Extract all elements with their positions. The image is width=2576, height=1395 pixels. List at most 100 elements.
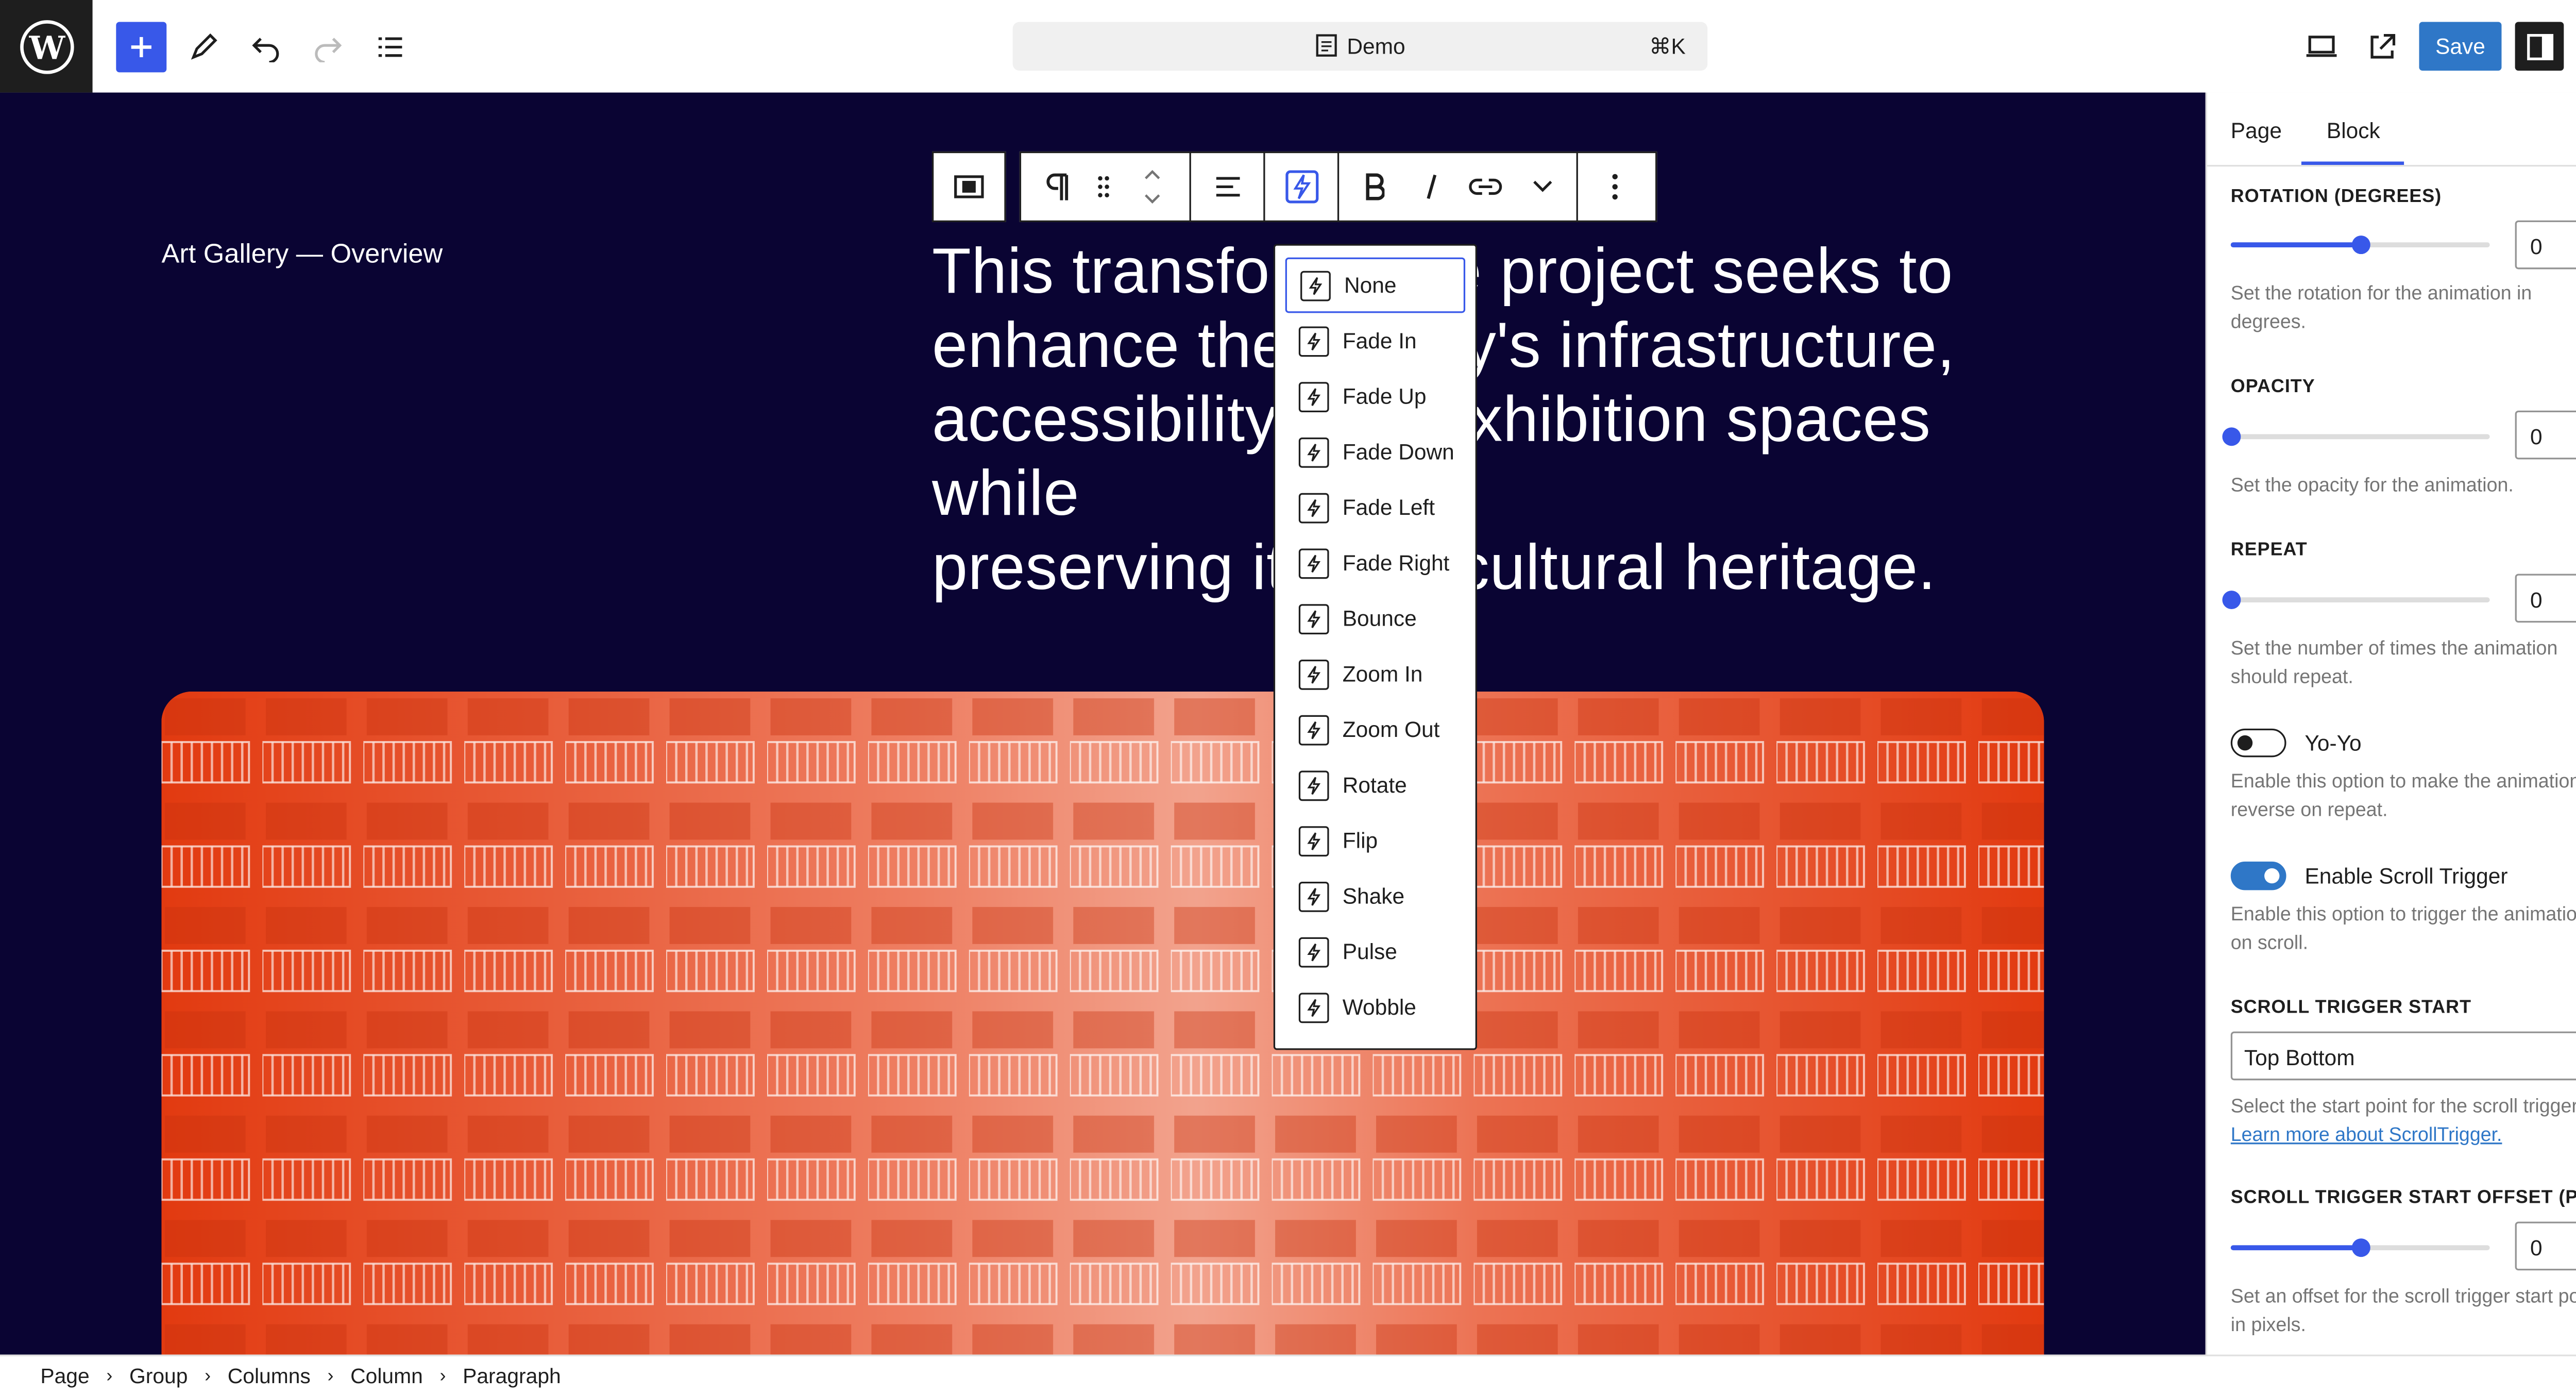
tab-page[interactable]: Page bbox=[2231, 118, 2282, 143]
active-tab-indicator bbox=[2301, 161, 2404, 165]
animation-icon bbox=[1298, 936, 1329, 967]
menu-item-pulse[interactable]: Pulse bbox=[1285, 924, 1465, 980]
document-title: Demo bbox=[1013, 33, 1708, 59]
scroll-trigger-start-label: Scroll Trigger Start bbox=[2230, 998, 2472, 1018]
breadcrumb-item[interactable]: Page bbox=[40, 1365, 89, 1388]
menu-item-bounce[interactable]: Bounce bbox=[1285, 591, 1465, 646]
menu-item-label: Rotate bbox=[1342, 772, 1407, 798]
breadcrumb-item[interactable]: Columns bbox=[228, 1365, 311, 1388]
breadcrumb-item[interactable]: Column bbox=[350, 1365, 423, 1388]
select-parent-icon[interactable] bbox=[934, 175, 1004, 199]
menu-item-label: Fade Down bbox=[1342, 439, 1454, 465]
breadcrumb-item[interactable]: Group bbox=[129, 1365, 188, 1388]
menu-item-zoom-in[interactable]: Zoom In bbox=[1285, 646, 1465, 702]
menu-item-fade-right[interactable]: Fade Right bbox=[1285, 535, 1465, 591]
breadcrumb-item[interactable]: Paragraph bbox=[463, 1365, 561, 1388]
drag-handle-icon[interactable] bbox=[1092, 152, 1115, 222]
repeat-slider[interactable] bbox=[2222, 591, 2490, 610]
yoyo-toggle[interactable] bbox=[2230, 728, 2286, 758]
italic-icon[interactable] bbox=[1410, 152, 1452, 222]
menu-item-label: None bbox=[1344, 272, 1397, 298]
menu-item-fade-up[interactable]: Fade Up bbox=[1285, 368, 1465, 424]
building-image[interactable] bbox=[161, 692, 2044, 1355]
undo-icon[interactable] bbox=[241, 22, 291, 72]
menu-item-label: Flip bbox=[1342, 828, 1378, 853]
slider-thumb[interactable] bbox=[2222, 591, 2241, 610]
animation-icon[interactable] bbox=[1265, 152, 1337, 222]
slider-thumb[interactable] bbox=[2222, 427, 2241, 446]
animation-icon bbox=[1298, 659, 1329, 690]
menu-item-flip[interactable]: Flip bbox=[1285, 813, 1465, 868]
menu-item-rotate[interactable]: Rotate bbox=[1285, 757, 1465, 813]
slider-thumb[interactable] bbox=[2351, 1238, 2370, 1257]
repeat-help: Set the number of times the animation sh… bbox=[2230, 639, 2558, 688]
toggle-knob bbox=[2237, 735, 2253, 751]
scroll-offset-slider[interactable] bbox=[2230, 1238, 2490, 1257]
editor-canvas: Art Gallery — Overview This transformati… bbox=[0, 92, 2206, 1355]
menu-item-label: Zoom In bbox=[1342, 661, 1423, 687]
settings-sidebar-icon[interactable] bbox=[2515, 22, 2564, 71]
menu-item-label: Fade Right bbox=[1342, 550, 1450, 576]
site-title[interactable]: Art Gallery — Overview bbox=[161, 241, 443, 271]
menu-item-label: Bounce bbox=[1342, 606, 1417, 631]
animation-icon bbox=[1298, 769, 1329, 800]
save-button[interactable]: Save bbox=[2419, 22, 2502, 71]
menu-item-label: Shake bbox=[1342, 883, 1405, 909]
document-overview-icon[interactable] bbox=[365, 22, 416, 72]
select-value: Top Bottom bbox=[2244, 1045, 2355, 1070]
menu-item-label: Fade In bbox=[1342, 328, 1417, 354]
desktop-preview-icon[interactable] bbox=[2296, 22, 2347, 72]
menu-item-wobble[interactable]: Wobble bbox=[1285, 979, 1465, 1035]
scroll-trigger-start-select[interactable]: Top Bottom bbox=[2230, 1031, 2576, 1081]
paragraph-icon[interactable] bbox=[1021, 152, 1092, 222]
command-bar[interactable]: Demo ⌘K bbox=[1012, 22, 1708, 71]
menu-item-label: Fade Up bbox=[1342, 383, 1427, 409]
animation-icon bbox=[1300, 270, 1331, 300]
view-page-external-icon[interactable] bbox=[2357, 22, 2408, 72]
breadcrumb: Page › Group › Columns › Column › Paragraph bbox=[40, 1365, 561, 1388]
scroll-trigger-label: Enable Scroll Trigger bbox=[2304, 863, 2508, 889]
hero-paragraph[interactable]: This transformative project seeks to enh… bbox=[932, 236, 2042, 606]
slider-thumb[interactable] bbox=[2351, 236, 2370, 255]
animation-icon bbox=[1298, 991, 1329, 1022]
opacity-help: Set the opacity for the animation. bbox=[2230, 476, 2514, 497]
rotation-input[interactable]: 0 bbox=[2515, 220, 2576, 270]
menu-item-none[interactable]: None bbox=[1285, 257, 1466, 313]
opacity-slider[interactable] bbox=[2222, 427, 2490, 446]
animation-icon bbox=[1298, 881, 1329, 912]
repeat-input[interactable]: 0 bbox=[2515, 574, 2576, 623]
rotation-label: Rotation (degrees) bbox=[2230, 187, 2442, 207]
hero-line: preserving its rich cultural heritage. bbox=[931, 533, 1936, 604]
menu-item-fade-in[interactable]: Fade In bbox=[1285, 313, 1465, 368]
menu-item-fade-down[interactable]: Fade Down bbox=[1285, 424, 1465, 480]
editor-header: W Demo ⌘K Save bbox=[0, 0, 2576, 94]
bold-icon[interactable] bbox=[1339, 152, 1410, 222]
wordpress-logo-icon[interactable]: W bbox=[0, 0, 93, 93]
hero-line: This transformative project seeks to bbox=[931, 237, 1953, 308]
animation-menu: None Fade In Fade Up Fade Down Fade Left… bbox=[1273, 244, 1477, 1050]
block-toolbar bbox=[1019, 151, 1657, 223]
document-title-text: Demo bbox=[1347, 33, 1405, 59]
animation-icon bbox=[1298, 825, 1329, 856]
menu-item-label: Fade Left bbox=[1342, 494, 1435, 520]
redo-icon[interactable] bbox=[303, 22, 353, 72]
opacity-input[interactable]: 0 bbox=[2515, 410, 2576, 460]
rotation-slider[interactable] bbox=[2230, 236, 2490, 255]
menu-item-label: Pulse bbox=[1342, 939, 1397, 965]
tab-block[interactable]: Block bbox=[2327, 118, 2380, 143]
chevron-down-icon[interactable] bbox=[1519, 152, 1566, 222]
block-options-icon[interactable] bbox=[1578, 152, 1652, 222]
block-toolbar-parent[interactable] bbox=[931, 151, 1006, 223]
pencil-icon[interactable] bbox=[178, 22, 229, 72]
scrolltrigger-docs-link[interactable]: Learn more about ScrollTrigger. bbox=[2231, 1125, 2502, 1146]
add-block-button[interactable] bbox=[116, 22, 167, 73]
scroll-offset-input[interactable]: 0 bbox=[2515, 1221, 2576, 1271]
scroll-trigger-toggle[interactable] bbox=[2230, 861, 2286, 890]
menu-item-zoom-out[interactable]: Zoom Out bbox=[1285, 702, 1465, 758]
menu-item-shake[interactable]: Shake bbox=[1285, 868, 1465, 924]
move-up-down-icon[interactable] bbox=[1115, 152, 1190, 222]
menu-item-fade-left[interactable]: Fade Left bbox=[1285, 480, 1465, 535]
link-icon[interactable] bbox=[1452, 152, 1519, 222]
toggle-knob bbox=[2264, 868, 2280, 884]
align-text-icon[interactable] bbox=[1191, 152, 1263, 222]
